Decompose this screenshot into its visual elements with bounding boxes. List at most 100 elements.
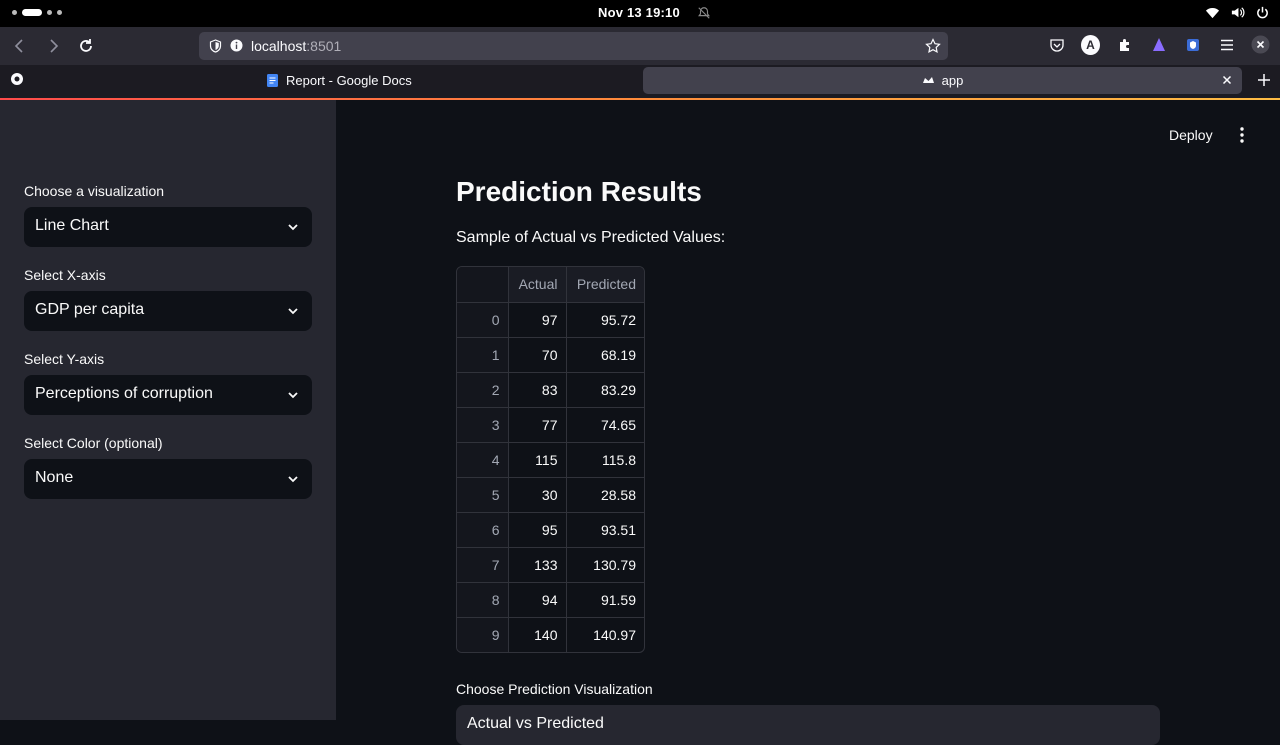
url-host: localhost <box>251 38 307 54</box>
bookmark-star-icon[interactable] <box>925 38 941 54</box>
row-index-cell: 0 <box>457 302 509 338</box>
tracking-protection-icon[interactable] <box>209 39 222 53</box>
new-tab-icon[interactable] <box>1256 72 1272 88</box>
chevron-down-icon <box>288 308 298 315</box>
back-icon[interactable] <box>10 36 30 56</box>
table-row: 7 133 130.79 <box>457 547 644 583</box>
y-axis-select-label: Select Y-axis <box>24 351 105 367</box>
actual-cell[interactable]: 133 <box>508 547 567 583</box>
predicted-cell[interactable]: 115.8 <box>566 442 644 478</box>
predicted-cell[interactable]: 130.79 <box>566 547 644 583</box>
predicted-cell[interactable]: 95.72 <box>566 302 644 338</box>
actual-cell[interactable]: 115 <box>508 442 567 478</box>
actual-cell[interactable]: 95 <box>508 512 567 548</box>
actual-header[interactable]: Actual <box>508 267 567 303</box>
table-row: 2 83 83.29 <box>457 372 644 408</box>
site-info-icon[interactable] <box>230 39 243 52</box>
actual-cell[interactable]: 97 <box>508 302 567 338</box>
color-select[interactable]: None <box>24 459 312 499</box>
close-window-icon[interactable] <box>1251 35 1270 54</box>
url-bar[interactable]: localhost:8501 <box>199 32 948 60</box>
actual-cell[interactable]: 70 <box>508 337 567 373</box>
predicted-cell[interactable]: 28.58 <box>566 477 644 513</box>
tab-app[interactable]: app <box>643 67 1242 94</box>
table-row: 5 30 28.58 <box>457 477 644 513</box>
volume-icon[interactable] <box>1230 5 1245 20</box>
reload-icon[interactable] <box>76 36 96 56</box>
extension-purple-icon[interactable] <box>1149 35 1168 54</box>
chevron-down-icon <box>288 392 298 399</box>
clock[interactable]: Nov 13 19:10 <box>598 5 680 20</box>
row-index-cell: 9 <box>457 617 509 652</box>
prediction-viz-select[interactable]: Actual vs Predicted <box>456 705 1160 745</box>
workspace-indicator[interactable] <box>12 9 62 16</box>
predicted-header[interactable]: Predicted <box>566 267 644 303</box>
power-icon[interactable] <box>1255 5 1270 20</box>
predicted-cell[interactable]: 140.97 <box>566 617 644 652</box>
actual-cell[interactable]: 77 <box>508 407 567 443</box>
row-index-cell: 6 <box>457 512 509 548</box>
menu-icon[interactable] <box>1217 35 1236 54</box>
x-axis-select-label: Select X-axis <box>24 267 106 283</box>
index-header <box>457 267 509 303</box>
prediction-table: Actual Predicted 0 97 95.72 1 70 68.19 2 83 83.2… <box>457 267 644 652</box>
actual-cell[interactable]: 30 <box>508 477 567 513</box>
tab-google-docs[interactable]: Report - Google Docs <box>262 67 632 94</box>
table-row: 6 95 93.51 <box>457 512 644 548</box>
table-row: 3 77 74.65 <box>457 407 644 443</box>
row-index-cell: 2 <box>457 372 509 408</box>
predicted-cell[interactable]: 74.65 <box>566 407 644 443</box>
visualization-select[interactable]: Line Chart <box>24 207 312 247</box>
select-value: GDP per capita <box>35 301 145 318</box>
predicted-cell[interactable]: 83.29 <box>566 372 644 408</box>
row-index-cell: 3 <box>457 407 509 443</box>
color-select-label: Select Color (optional) <box>24 435 163 451</box>
visualization-select-group: Choose a visualization Line Chart <box>24 183 312 247</box>
table-caption: Sample of Actual vs Predicted Values: <box>456 229 726 246</box>
wifi-icon[interactable] <box>1205 5 1220 20</box>
main-menu-kebab-icon[interactable] <box>1236 126 1248 144</box>
deploy-button[interactable]: Deploy <box>1169 127 1213 143</box>
table-row: 4 115 115.8 <box>457 442 644 478</box>
pocket-icon[interactable] <box>1047 35 1066 54</box>
sidebar: Choose a visualization Line Chart Select… <box>0 100 336 720</box>
y-axis-select[interactable]: Perceptions of corruption <box>24 375 312 415</box>
close-tab-icon[interactable] <box>1220 73 1234 87</box>
chevron-down-icon <box>288 476 298 483</box>
prediction-viz-label: Choose Prediction Visualization <box>456 681 653 697</box>
prediction-dataframe[interactable]: Actual Predicted 0 97 95.72 1 70 68.19 2 83 83.2… <box>456 266 645 653</box>
predicted-cell[interactable]: 93.51 <box>566 512 644 548</box>
table-header-row: Actual Predicted <box>457 267 644 303</box>
select-value: Perceptions of corruption <box>35 385 213 402</box>
predicted-cell[interactable]: 91.59 <box>566 582 644 618</box>
actual-cell[interactable]: 94 <box>508 582 567 618</box>
extension-shield-icon[interactable] <box>1183 35 1202 54</box>
table-row: 1 70 68.19 <box>457 337 644 373</box>
notifications-off-icon <box>698 7 710 19</box>
visualization-select-label: Choose a visualization <box>24 183 165 199</box>
select-value: Actual vs Predicted <box>467 715 604 732</box>
table-row: 0 97 95.72 <box>457 302 644 338</box>
row-index-cell: 7 <box>457 547 509 583</box>
x-axis-select[interactable]: GDP per capita <box>24 291 312 331</box>
row-index-cell: 1 <box>457 337 509 373</box>
firefox-view-icon[interactable] <box>10 72 24 86</box>
actual-cell[interactable]: 83 <box>508 372 567 408</box>
y-axis-select-group: Select Y-axis Perceptions of corruption <box>24 351 312 415</box>
active-workspace-pill <box>22 9 42 16</box>
google-docs-icon <box>267 74 278 87</box>
predicted-cell[interactable]: 68.19 <box>566 337 644 373</box>
table-row: 9 140 140.97 <box>457 617 644 652</box>
avatar-initial: A <box>1081 34 1100 55</box>
main-content: Deploy Prediction Results Sample of Actu… <box>336 100 1280 745</box>
actual-cell[interactable]: 140 <box>508 617 567 652</box>
tab-label: app <box>941 73 964 88</box>
table-row: 8 94 91.59 <box>457 582 644 618</box>
url-text[interactable]: localhost:8501 <box>251 38 341 54</box>
select-value: Line Chart <box>35 217 109 234</box>
extensions-icon[interactable] <box>1115 35 1134 54</box>
forward-icon[interactable] <box>43 36 63 56</box>
os-top-bar: Nov 13 19:10 <box>0 0 1280 27</box>
chevron-down-icon <box>288 224 298 231</box>
account-avatar[interactable]: A <box>1081 34 1100 55</box>
